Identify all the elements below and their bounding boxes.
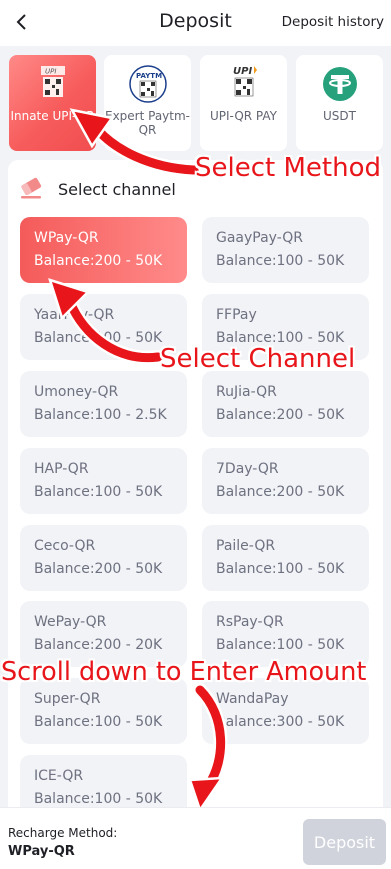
channel-card-gaaypay-qr[interactable]: GaayPay-QR Balance:100 - 50K bbox=[202, 217, 369, 283]
svg-text:PAYTM: PAYTM bbox=[136, 72, 162, 80]
annotation-scroll-down: Scroll down to Enter Amount bbox=[1, 657, 367, 687]
channel-card-7day-qr[interactable]: 7Day-QR Balance:200 - 50K bbox=[202, 448, 369, 514]
channel-name: GaayPay-QR bbox=[216, 230, 304, 246]
channel-balance: Balance:200 - 50K bbox=[34, 561, 163, 577]
channel-name: WePay-QR bbox=[34, 614, 107, 630]
tether-icon bbox=[320, 65, 360, 103]
channel-name: 7Day-QR bbox=[216, 461, 279, 477]
channel-card-wpay-qr[interactable]: WPay-QR Balance:200 - 50K bbox=[20, 217, 187, 283]
channel-card-hap-qr[interactable]: HAP-QR Balance:100 - 50K bbox=[20, 448, 187, 514]
recharge-method-label: Recharge Method: bbox=[8, 826, 118, 840]
method-label: Expert Paytm-QR bbox=[104, 109, 190, 137]
channel-balance: Balance:200 - 50K bbox=[216, 407, 345, 423]
method-usdt[interactable]: USDT bbox=[296, 55, 383, 151]
channel-balance: Balance:100 - 2.5K bbox=[34, 407, 167, 423]
paytm-qr-icon: PAYTM bbox=[128, 65, 168, 103]
channel-section-header: Select channel bbox=[18, 176, 176, 202]
channel-name: RuJia-QR bbox=[216, 384, 277, 400]
channel-balance: Balance:200 - 20K bbox=[34, 637, 163, 653]
deposit-button[interactable]: Deposit bbox=[303, 819, 386, 865]
channel-card-rujia-qr[interactable]: RuJia-QR Balance:200 - 50K bbox=[202, 371, 369, 437]
channel-name: Super-QR bbox=[34, 691, 101, 707]
channel-name: YaarPay-QR bbox=[34, 307, 115, 323]
method-label: Innate UPI-QR bbox=[10, 109, 95, 123]
channel-card-super-qr[interactable]: Super-QR Balance:100 - 50K bbox=[20, 678, 187, 744]
recharge-method-value: WPay-QR bbox=[8, 844, 75, 859]
annotation-select-method: Select Method bbox=[195, 153, 381, 183]
channel-name: RsPay-QR bbox=[216, 614, 284, 630]
channel-balance: Balance:300 - 50K bbox=[216, 714, 345, 730]
method-label: UPI-QR PAY bbox=[209, 109, 277, 123]
upi-qr-icon: UPI bbox=[33, 65, 73, 103]
channel-balance: Balance:200 - 50K bbox=[216, 484, 345, 500]
channel-section-title: Select channel bbox=[58, 179, 176, 199]
method-label: USDT bbox=[323, 109, 356, 123]
payment-method-list: UPI Innate UPI-QR PAYTM Expert Paytm-QR … bbox=[0, 46, 391, 158]
channel-balance: Balance:100 - 50K bbox=[216, 561, 345, 577]
method-innate-upi-qr[interactable]: UPI Innate UPI-QR bbox=[9, 55, 96, 151]
channel-card-paile-qr[interactable]: Paile-QR Balance:100 - 50K bbox=[202, 525, 369, 591]
annotation-select-channel: Select Channel bbox=[160, 344, 356, 374]
channel-card-wandapay[interactable]: WandaPay Balance:300 - 50K bbox=[202, 678, 369, 744]
method-upi-qr-pay[interactable]: UPI UPI-QR PAY bbox=[200, 55, 287, 151]
channel-name: WandaPay bbox=[216, 691, 289, 707]
eraser-icon bbox=[21, 177, 42, 199]
channel-balance: Balance:100 - 50K bbox=[34, 714, 163, 730]
svg-text:UPI: UPI bbox=[233, 66, 252, 77]
footer-bar: Recharge Method: WPay-QR Deposit bbox=[0, 807, 391, 869]
upi-pay-icon: UPI bbox=[224, 65, 264, 103]
channel-balance: Balance:200 - 50K bbox=[34, 253, 163, 269]
channel-card-ceco-qr[interactable]: Ceco-QR Balance:200 - 50K bbox=[20, 525, 187, 591]
channel-balance: Balance:100 - 50K bbox=[34, 484, 163, 500]
channel-balance: Balance:100 - 50K bbox=[216, 637, 345, 653]
channel-balance: Balance:100 - 50K bbox=[216, 253, 345, 269]
svg-text:UPI: UPI bbox=[45, 68, 56, 76]
header-bar: Deposit Deposit history bbox=[0, 0, 391, 46]
channel-name: Umoney-QR bbox=[34, 384, 119, 400]
channel-name: WPay-QR bbox=[34, 230, 99, 246]
channel-name: HAP-QR bbox=[34, 461, 89, 477]
channel-name: Ceco-QR bbox=[34, 538, 96, 554]
channel-name: Paile-QR bbox=[216, 538, 276, 554]
channel-name: ICE-QR bbox=[34, 768, 84, 784]
method-expert-paytm-qr[interactable]: PAYTM Expert Paytm-QR bbox=[104, 55, 191, 151]
deposit-history-link[interactable]: Deposit history bbox=[282, 14, 384, 30]
channel-card-umoney-qr[interactable]: Umoney-QR Balance:100 - 2.5K bbox=[20, 371, 187, 437]
channel-name: FFPay bbox=[216, 307, 257, 323]
